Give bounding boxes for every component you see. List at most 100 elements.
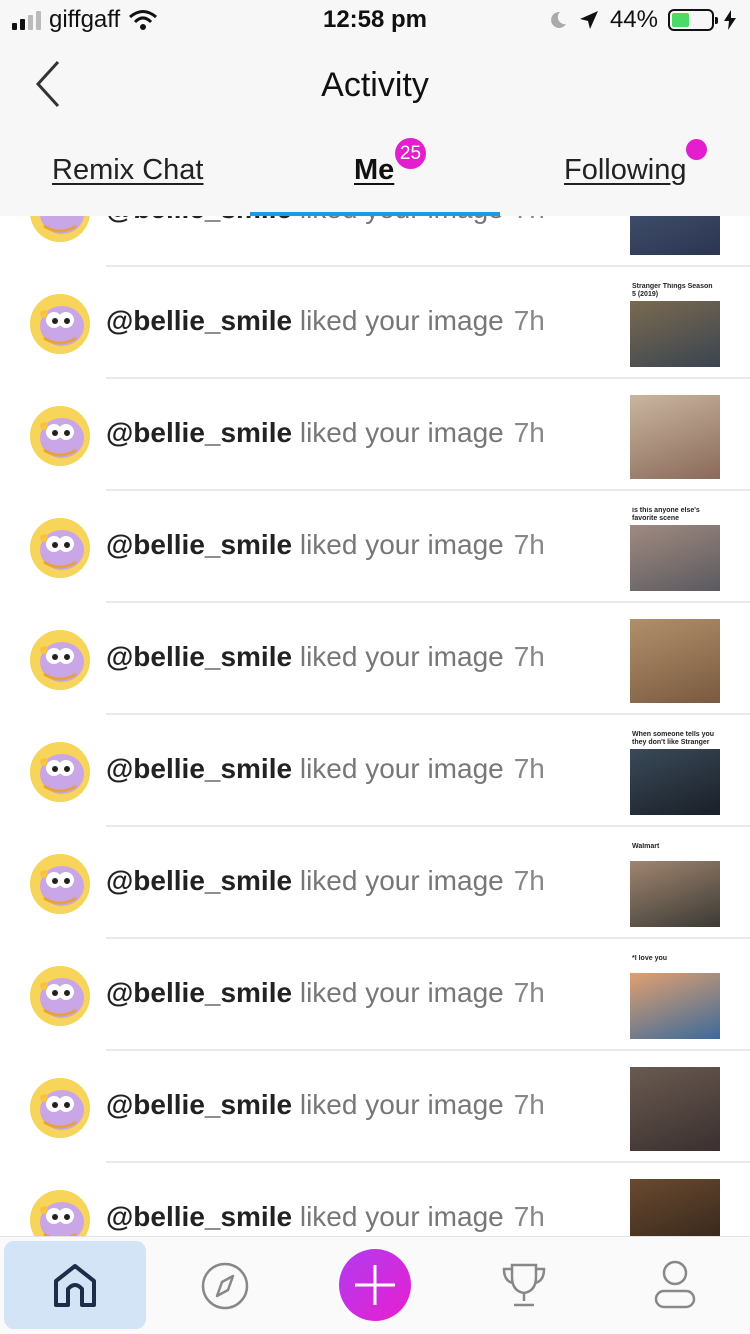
thumbnail-image bbox=[630, 216, 720, 255]
compass-icon[interactable] bbox=[200, 1261, 250, 1311]
tab-me[interactable]: Me bbox=[354, 154, 394, 187]
activity-time: 7h bbox=[513, 865, 545, 896]
list-item[interactable]: @bellie_smile liked your image 7h bbox=[0, 216, 750, 267]
thumbnail-caption: When someone tells you they don't like S… bbox=[632, 731, 715, 746]
username-link[interactable]: @bellie_smile bbox=[106, 216, 292, 224]
avatar[interactable] bbox=[30, 630, 90, 690]
activity-text: @bellie_smile liked your image 7h bbox=[106, 417, 545, 449]
activity-time: 7h bbox=[513, 641, 545, 672]
activity-text: @bellie_smile liked your image 7h bbox=[106, 753, 545, 785]
tab-bar-top: Remix Chat Me 25 Following bbox=[0, 138, 750, 216]
nav-home-button[interactable] bbox=[4, 1241, 146, 1329]
avatar[interactable] bbox=[30, 1078, 90, 1138]
battery-icon bbox=[668, 9, 718, 31]
activity-text: @bellie_smile liked your image 7h bbox=[106, 305, 545, 337]
list-item[interactable]: @bellie_smile liked your image 7h bbox=[0, 1163, 750, 1236]
home-icon bbox=[54, 1264, 96, 1307]
image-thumbnail[interactable] bbox=[630, 619, 720, 703]
activity-action: liked your image bbox=[292, 417, 504, 448]
image-thumbnail[interactable]: Stranger Things Season 5 (2019) bbox=[630, 283, 720, 367]
image-thumbnail[interactable] bbox=[630, 395, 720, 479]
avatar[interactable] bbox=[30, 294, 90, 354]
tab-following[interactable]: Following bbox=[564, 154, 687, 187]
activity-time: 7h bbox=[513, 529, 545, 560]
create-button[interactable] bbox=[339, 1249, 411, 1321]
avatar[interactable] bbox=[30, 406, 90, 466]
profile-icon[interactable] bbox=[650, 1259, 700, 1311]
activity-action: liked your image bbox=[292, 216, 504, 224]
list-item[interactable]: @bellie_smile liked your image 7h *I love … bbox=[0, 939, 750, 1051]
status-right: 44% bbox=[548, 6, 736, 34]
activity-text: @bellie_smile liked your image 7h bbox=[106, 641, 545, 673]
list-item[interactable]: @bellie_smile liked your image 7h bbox=[0, 1051, 750, 1163]
image-thumbnail[interactable]: *I love you bbox=[630, 955, 720, 1039]
moon-icon bbox=[551, 11, 566, 28]
thumbnail-caption: *I love you bbox=[632, 955, 668, 962]
image-thumbnail[interactable]: Walmart bbox=[630, 843, 720, 927]
activity-action: liked your image bbox=[292, 865, 504, 896]
image-thumbnail[interactable]: When someone tells you they don't like S… bbox=[630, 731, 720, 815]
image-thumbnail[interactable] bbox=[630, 1179, 720, 1236]
header: Activity Remix Chat Me 25 Following bbox=[0, 42, 750, 216]
username-link[interactable]: @bellie_smile bbox=[106, 753, 292, 784]
activity-text: @bellie_smile liked your image 7h bbox=[106, 1089, 545, 1121]
username-link[interactable]: @bellie_smile bbox=[106, 865, 292, 896]
username-link[interactable]: @bellie_smile bbox=[106, 529, 292, 560]
thumbnail-caption: Walmart bbox=[632, 843, 660, 850]
activity-text: @bellie_smile liked your image 7h bbox=[106, 216, 545, 225]
avatar[interactable] bbox=[30, 966, 90, 1026]
thumbnail-image bbox=[630, 749, 720, 815]
list-item[interactable]: @bellie_smile liked your image 7h bbox=[0, 379, 750, 491]
image-thumbnail[interactable]: is this anyone else's favorite scene bbox=[630, 507, 720, 591]
avatar[interactable] bbox=[30, 1190, 90, 1236]
list-item[interactable]: @bellie_smile liked your image 7h is this … bbox=[0, 491, 750, 603]
thumbnail-image bbox=[630, 301, 720, 367]
thumbnail-caption: is this anyone else's favorite scene bbox=[632, 507, 700, 522]
thumbnail-image bbox=[630, 973, 720, 1039]
thumbnail-caption: Stranger Things Season 5 (2019) bbox=[632, 283, 713, 298]
list-item[interactable]: @bellie_smile liked your image 7h When som… bbox=[0, 715, 750, 827]
avatar[interactable] bbox=[30, 216, 90, 242]
thumbnail-image bbox=[630, 861, 720, 927]
activity-action: liked your image bbox=[292, 529, 504, 560]
username-link[interactable]: @bellie_smile bbox=[106, 977, 292, 1008]
thumbnail-image bbox=[630, 1179, 720, 1236]
activity-list: @bellie_smile liked your image7h@bellie_… bbox=[0, 216, 750, 1236]
activity-action: liked your image bbox=[292, 977, 504, 1008]
list-item[interactable]: @bellie_smile liked your image 7h Walmart bbox=[0, 827, 750, 939]
battery-percent: 44% bbox=[609, 6, 658, 33]
tab-remix-chat[interactable]: Remix Chat bbox=[52, 154, 204, 187]
username-link[interactable]: @bellie_smile bbox=[106, 1089, 292, 1120]
unread-dot bbox=[686, 139, 707, 160]
username-link[interactable]: @bellie_smile bbox=[106, 1201, 292, 1232]
charging-bolt-icon bbox=[724, 10, 736, 30]
thumbnail-image bbox=[630, 525, 720, 591]
thumbnail-image bbox=[630, 619, 720, 703]
image-thumbnail[interactable] bbox=[630, 1067, 720, 1151]
activity-time: 7h bbox=[513, 417, 545, 448]
notification-badge: 25 bbox=[395, 138, 426, 169]
activity-action: liked your image bbox=[292, 1201, 504, 1232]
activity-time: 7h bbox=[513, 305, 545, 336]
avatar[interactable] bbox=[30, 854, 90, 914]
activity-text: @bellie_smile liked your image 7h bbox=[106, 1201, 545, 1233]
status-bar: giffgaff 12:58 pm 44% bbox=[0, 0, 750, 42]
location-arrow-icon bbox=[579, 11, 598, 29]
activity-action: liked your image bbox=[292, 305, 504, 336]
username-link[interactable]: @bellie_smile bbox=[106, 305, 292, 336]
plus-icon bbox=[355, 1265, 395, 1305]
activity-time: 7h bbox=[513, 1201, 545, 1232]
activity-time: 7h bbox=[513, 1089, 545, 1120]
activity-text: @bellie_smile liked your image 7h bbox=[106, 865, 545, 897]
image-thumbnail[interactable] bbox=[630, 216, 720, 255]
list-item[interactable]: @bellie_smile liked your image 7h bbox=[0, 603, 750, 715]
avatar[interactable] bbox=[30, 742, 90, 802]
activity-action: liked your image bbox=[292, 753, 504, 784]
username-link[interactable]: @bellie_smile bbox=[106, 641, 292, 672]
activity-action: liked your image bbox=[292, 641, 504, 672]
list-item[interactable]: @bellie_smile liked your image 7h Stranger… bbox=[0, 267, 750, 379]
activity-time: 7h bbox=[513, 753, 545, 784]
avatar[interactable] bbox=[30, 518, 90, 578]
username-link[interactable]: @bellie_smile bbox=[106, 417, 292, 448]
trophy-icon[interactable] bbox=[498, 1259, 550, 1311]
